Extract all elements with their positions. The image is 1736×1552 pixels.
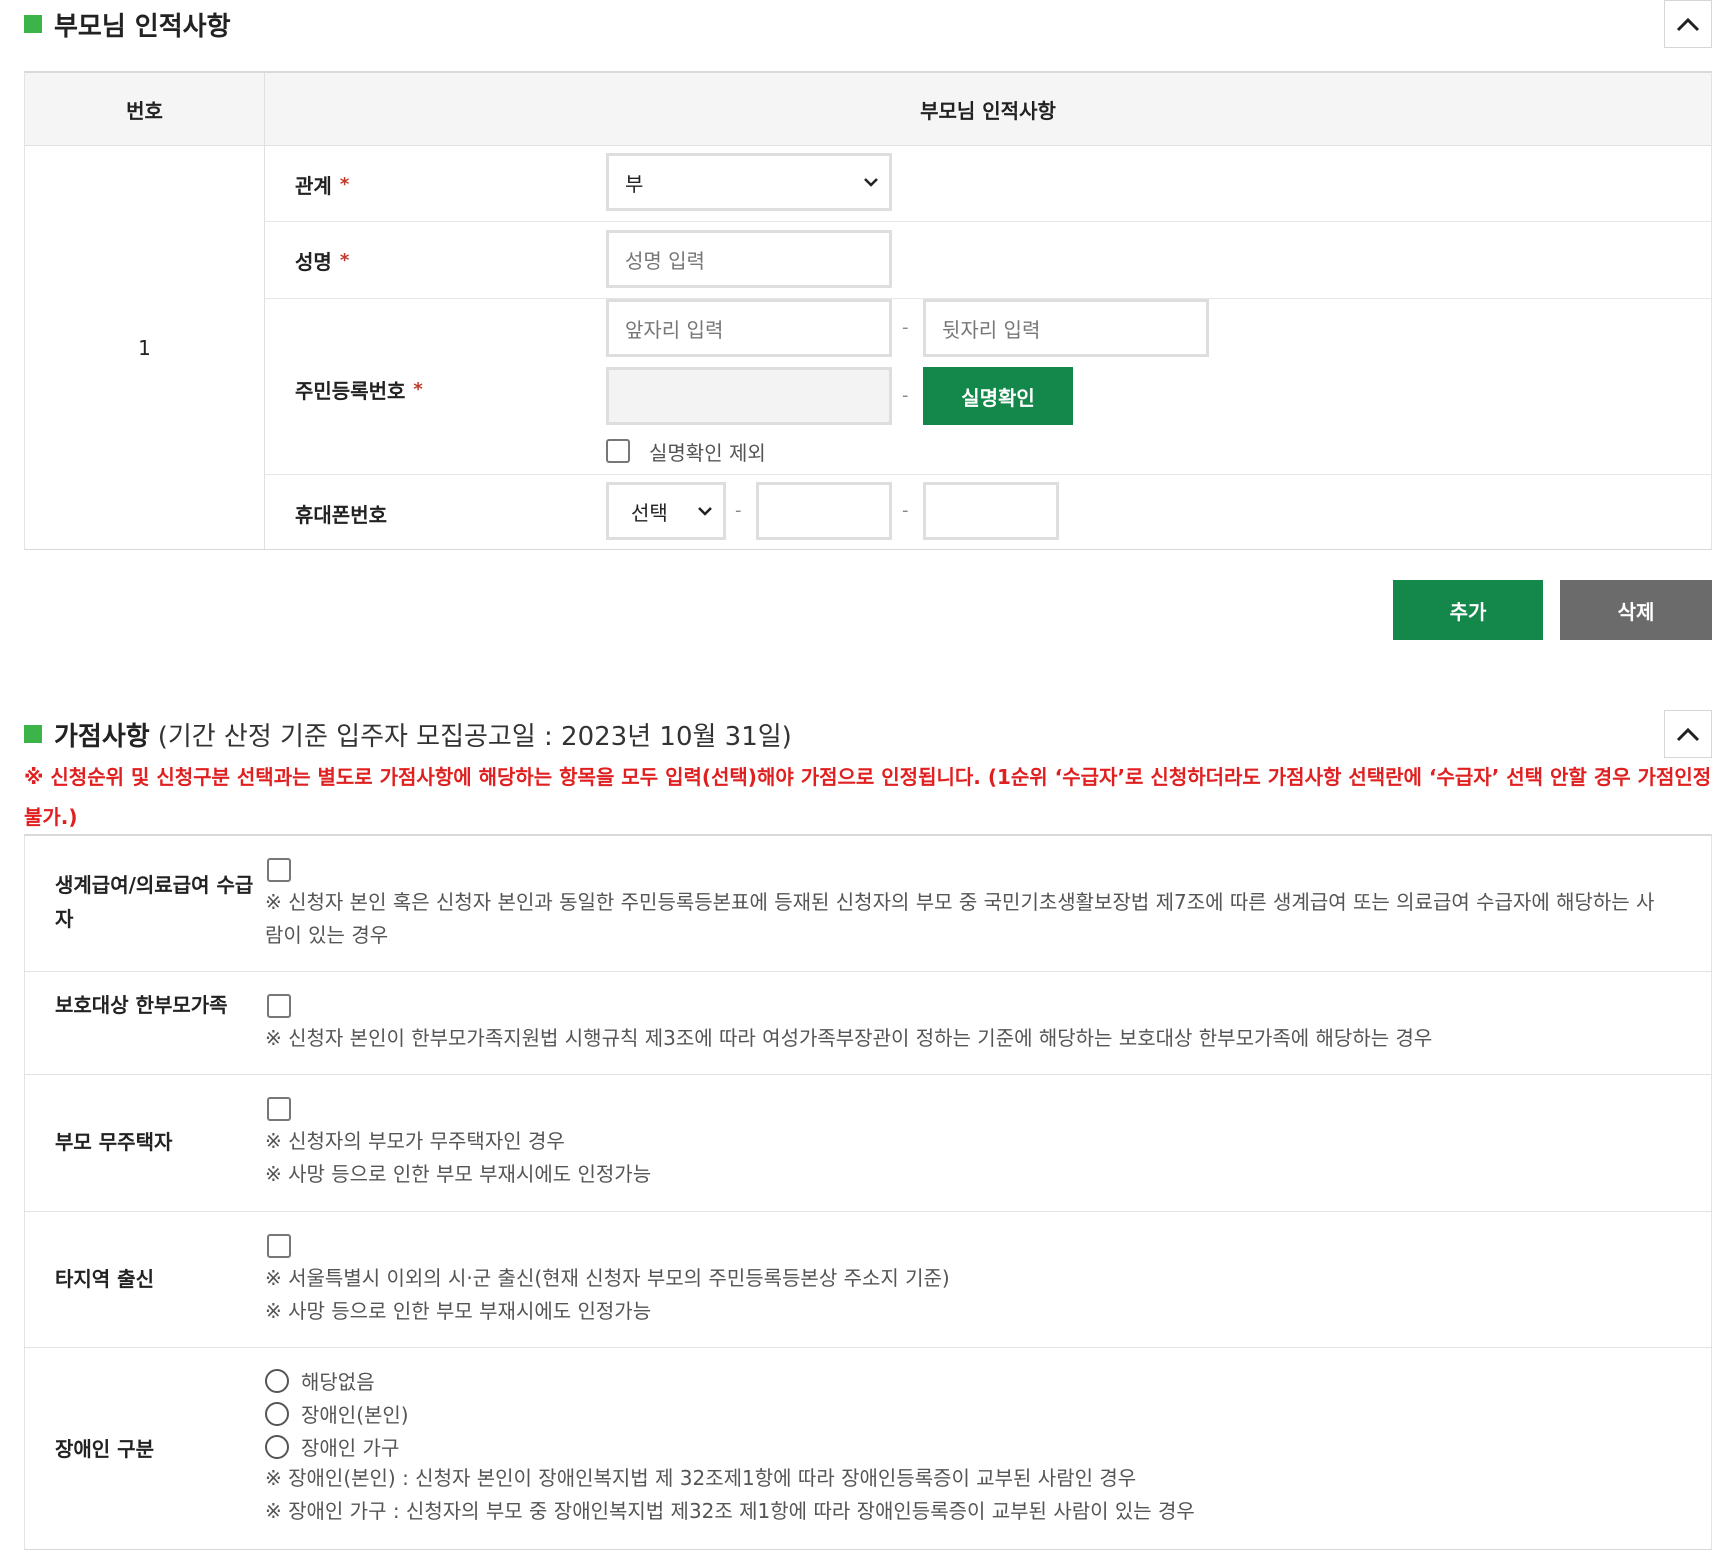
bonus-row-desc: ※ 신청자 본인이 한부모가족지원법 시행규칙 제3조에 따라 여성가족부장관이… (265, 1026, 1433, 1050)
collapse-bonus-section-button[interactable] (1664, 710, 1712, 758)
bonus-row-label: 부모 무주택자 (55, 1130, 173, 1154)
rrn-row: 주민등록번호 * 앞자리 입력 - 뒷자리 입력 - 실명확인 실명확인 제외 (265, 299, 1711, 475)
radio-icon (265, 1434, 289, 1459)
welfare-checkbox[interactable] (267, 858, 291, 882)
bonus-row-disability: 장애인 구분 해당없음 장애인(본인) 장애인 가구 ※ 장애인(본인) : 신… (25, 1348, 1711, 1550)
bonus-row-welfare: 생계급여/의료급여 수급자 ※ 신청자 본인 혹은 신청자 본인과 동일한 주민… (25, 836, 1711, 972)
phone-middle-input[interactable] (756, 482, 892, 540)
rrn-verified-field[interactable] (606, 367, 892, 425)
rrn-label: 주민등록번호 * (295, 378, 423, 403)
disability-option-self[interactable]: 장애인(본인) (265, 1399, 409, 1428)
phone-dash: - (735, 500, 742, 521)
add-button[interactable]: 추가 (1393, 580, 1543, 640)
phone-last-input[interactable] (923, 482, 1059, 540)
phone-prefix-select[interactable]: 선택 (606, 482, 726, 540)
exclude-verify-label: 실명확인 제외 (649, 441, 766, 465)
bonus-row-label: 생계급여/의료급여 수급자 (55, 873, 254, 931)
chevron-up-icon (1676, 17, 1700, 32)
phone-row: 휴대폰번호 선택 - - (265, 475, 1711, 551)
radio-icon (265, 1368, 289, 1393)
rrn-dash: - (902, 317, 909, 338)
required-mark: * (339, 173, 350, 195)
bonus-row-single-parent: 보호대상 한부모가족 ※ 신청자 본인이 한부모가족지원법 시행규칙 제3조에 … (25, 972, 1711, 1075)
disability-option-none[interactable]: 해당없음 (265, 1366, 375, 1395)
bonus-row-homeless-parent: 부모 무주택자 ※ 신청자의 부모가 무주택자인 경우 ※ 사망 등으로 인한 … (25, 1075, 1711, 1212)
bonus-row-desc: ※ 서울특별시 이외의 시·군 출신(현재 신청자 부모의 주민등록등본상 주소… (265, 1266, 950, 1290)
bonus-row-desc: ※ 사망 등으로 인한 부모 부재시에도 인정가능 (265, 1162, 652, 1186)
verify-name-button[interactable]: 실명확인 (923, 367, 1073, 425)
bonus-row-desc: ※ 장애인(본인) : 신청자 본인이 장애인복지법 제 32조제1항에 따라 … (265, 1466, 1137, 1490)
row-number: 1 (25, 146, 265, 549)
rrn-dash: - (902, 385, 909, 406)
section-marker-icon (24, 725, 42, 743)
radio-icon (265, 1401, 289, 1426)
name-row: 성명 * 성명 입력 (265, 222, 1711, 299)
bonus-row-desc: ※ 사망 등으로 인한 부모 부재시에도 인정가능 (265, 1299, 652, 1323)
relation-label: 관계 * (295, 173, 350, 198)
other-region-checkbox[interactable] (267, 1234, 291, 1258)
bonus-table: 생계급여/의료급여 수급자 ※ 신청자 본인 혹은 신청자 본인과 동일한 주민… (24, 834, 1712, 1550)
name-input[interactable]: 성명 입력 (606, 230, 892, 288)
section-marker-icon (24, 15, 42, 33)
delete-button[interactable]: 삭제 (1560, 580, 1712, 640)
bonus-section-subtitle: (기간 산정 기준 입주자 모집공고일 : 2023년 10월 31일) (157, 721, 792, 752)
single-parent-checkbox[interactable] (267, 994, 291, 1018)
header-number: 번호 (25, 73, 265, 146)
bonus-row-label: 보호대상 한부모가족 (55, 993, 228, 1017)
required-mark: * (413, 378, 423, 400)
parent-section-title-text: 부모님 인적사항 (54, 11, 231, 42)
rrn-back-input[interactable]: 뒷자리 입력 (923, 299, 1209, 357)
chevron-down-icon (864, 178, 878, 187)
bonus-section-title-text: 가점사항 (54, 721, 150, 752)
parent-section-title: 부모님 인적사항 (24, 4, 231, 44)
disability-option-household[interactable]: 장애인 가구 (265, 1432, 399, 1461)
relation-select[interactable]: 부 (606, 153, 892, 211)
bonus-notice: ※ 신청순위 및 신청구분 선택과는 별도로 가점사항에 해당하는 항목을 모두… (24, 765, 1712, 829)
page: 부모님 인적사항 번호 부모님 인적사항 1 관계 * 부 성명 * 성명 입력… (0, 0, 1736, 1552)
relation-row: 관계 * 부 (265, 146, 1711, 222)
bonus-row-label: 장애인 구분 (55, 1437, 154, 1461)
collapse-parent-section-button[interactable] (1664, 0, 1712, 48)
rrn-front-input[interactable]: 앞자리 입력 (606, 299, 892, 357)
bonus-row-desc: ※ 신청자의 부모가 무주택자인 경우 (265, 1129, 565, 1153)
phone-dash: - (902, 500, 909, 521)
chevron-up-icon (1676, 727, 1700, 742)
homeless-parent-checkbox[interactable] (267, 1097, 291, 1121)
phone-label: 휴대폰번호 (295, 502, 387, 527)
table-header: 번호 부모님 인적사항 (25, 73, 1711, 146)
parent-info-table: 번호 부모님 인적사항 1 관계 * 부 성명 * 성명 입력 주민등록번호 *… (24, 71, 1712, 550)
bonus-row-label: 타지역 출신 (55, 1267, 154, 1291)
exclude-verify-checkbox[interactable] (606, 439, 630, 463)
chevron-down-icon (698, 507, 712, 516)
header-parent-info: 부모님 인적사항 (920, 99, 1056, 123)
bonus-row-other-region: 타지역 출신 ※ 서울특별시 이외의 시·군 출신(현재 신청자 부모의 주민등… (25, 1212, 1711, 1348)
name-label: 성명 * (295, 250, 350, 274)
bonus-row-desc: ※ 신청자 본인 혹은 신청자 본인과 동일한 주민등록등본표에 등재된 신청자… (265, 890, 1655, 947)
required-mark: * (339, 250, 350, 271)
bonus-section-title: 가점사항 (기간 산정 기준 입주자 모집공고일 : 2023년 10월 31일… (24, 714, 792, 754)
bonus-row-desc: ※ 장애인 가구 : 신청자의 부모 중 장애인복지법 제32조 제1항에 따라… (265, 1499, 1195, 1523)
